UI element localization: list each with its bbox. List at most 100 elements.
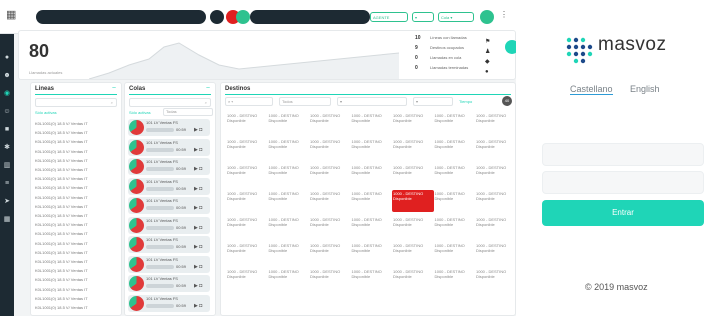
colas-row[interactable]: 101 LV Ventas FS 00:59 ▶ ◘ [128, 177, 210, 195]
queue-actions-icon[interactable]: ▶ ◘ [194, 205, 202, 211]
tiempo-filter[interactable]: Tiempo [459, 99, 472, 104]
lang-english[interactable]: English [630, 84, 660, 94]
destino-cell[interactable]: 1000 - DESTINO Disponible [392, 268, 434, 290]
lineas-row[interactable]: K0L1001(0) 18.5 V/ Ventas IT [35, 121, 88, 128]
destino-cell[interactable]: 1000 - DESTINO Disponible [475, 138, 516, 160]
destino-cell[interactable]: 1000 - DESTINO Disponible [268, 190, 310, 212]
destino-cell[interactable]: 1000 - DESTINO Disponible [268, 268, 310, 290]
colas-active-filter[interactable]: Sólo activas [129, 110, 151, 115]
lineas-row[interactable]: K0L1001(0) 18.5 V/ Ventas IT [35, 277, 88, 284]
destino-cell[interactable]: 1000 - DESTINO Disponible [309, 268, 351, 290]
destino-cell[interactable]: 1000 - DESTINO Disponible [309, 164, 351, 186]
destino-cell[interactable]: 1000 - DESTINO Disponible [309, 138, 351, 160]
queue-actions-icon[interactable]: ▶ ◘ [194, 244, 202, 250]
queue-select[interactable]: Cola ▾ [438, 12, 474, 22]
lineas-row[interactable]: K0L1001(0) 18.5 V/ Ventas IT [35, 195, 88, 202]
destino-cell[interactable]: 1000 - DESTINO Disponible [475, 216, 516, 238]
destino-cell[interactable]: 1000 - DESTINO Disponible [351, 164, 393, 186]
colas-row[interactable]: 101 LV Ventas FS 00:59 ▶ ◘ [128, 158, 210, 175]
queue-actions-icon[interactable]: ▶ ◘ [194, 225, 202, 231]
destino-cell[interactable]: 1000 - DESTINO Disponible [434, 268, 476, 290]
lineas-row[interactable]: K0L1001(0) 18.5 V/ Ventas IT [35, 204, 88, 211]
destino-cell[interactable]: 1000 - DESTINO Disponible [351, 242, 393, 264]
destino-cell[interactable]: 1000 - DESTINO Disponible [351, 268, 393, 290]
destino-cell[interactable]: 1000 - DESTINO Disponible [226, 242, 268, 264]
destino-cell[interactable]: 1000 - DESTINO Disponible [268, 216, 310, 238]
lineas-row[interactable]: K0L1001(0) 18.5 V/ Ventas IT [35, 296, 88, 303]
colas-row[interactable]: 101 LV Ventas FS 00:59 ▶ ◘ [128, 275, 210, 292]
lineas-row[interactable]: K0L1001(0) 18.5 V/ Ventas IT [35, 176, 88, 183]
destinos-select-2[interactable]: ▾ [337, 97, 407, 106]
destino-cell[interactable]: 1000 - DESTINO Disponible [475, 112, 516, 134]
destino-cell[interactable]: 1000 - DESTINO Disponible [268, 164, 310, 186]
destino-cell[interactable]: 1000 - DESTINO Disponible [268, 242, 310, 264]
list-icon[interactable]: ≡ [3, 180, 11, 188]
phone-icon[interactable] [210, 10, 224, 24]
destino-cell[interactable]: 1000 - DESTINO Disponible [268, 138, 310, 160]
lineas-row[interactable]: K0L1001(0) 18.5 V/ Ventas IT [35, 259, 88, 266]
enter-button[interactable]: Entrar [542, 200, 704, 226]
destino-cell[interactable]: 1000 - DESTINO Disponible [434, 216, 476, 238]
lineas-row[interactable]: K0L1001(0) 18.5 V/ Ventas IT [35, 250, 88, 257]
destino-cell[interactable]: 1000 - DESTINO Disponible [475, 268, 516, 290]
destino-cell[interactable]: 1000 - DESTINO Disponible [392, 216, 434, 238]
colas-row[interactable]: 101 LV Ventas FS 00:59 ▶ ◘ [128, 119, 210, 136]
mode-select[interactable]: ▾ [412, 12, 434, 22]
colas-search-input[interactable]: ⌕ [129, 98, 211, 107]
lineas-row[interactable]: K0L1001(0) 18.5 V/ Ventas IT [35, 130, 88, 137]
destino-cell[interactable]: 1000 - DESTINO Disponible [351, 138, 393, 160]
destino-cell[interactable]: 1000 - DESTINO Disponible [392, 190, 434, 212]
status-select[interactable]: AGENTE [370, 12, 408, 22]
collapse-lineas-icon[interactable]: − [112, 85, 116, 92]
lineas-row[interactable]: K0L1001(0) 18.5 V/ Ventas IT [35, 139, 88, 146]
destino-cell[interactable]: 1000 - DESTINO Disponible [226, 216, 268, 238]
users-icon[interactable]: ☺ [3, 108, 11, 116]
username-field[interactable] [542, 143, 704, 166]
lineas-row[interactable]: K0L1001(0) 18.5 V/ Ventas IT [35, 158, 88, 165]
destinos-select-3[interactable]: ▾ [413, 97, 453, 106]
destino-cell[interactable]: 1000 - DESTINO Disponible [351, 190, 393, 212]
destino-cell[interactable]: 1000 - DESTINO Disponible [434, 164, 476, 186]
status-pill[interactable] [36, 10, 206, 24]
destino-cell[interactable]: 1000 - DESTINO Disponible [475, 164, 516, 186]
destino-cell[interactable]: 1000 - DESTINO Disponible [309, 216, 351, 238]
colas-row[interactable]: 101 LV Ventas FS 00:59 ▶ ◘ [128, 236, 210, 253]
destino-cell[interactable]: 1000 - DESTINO Disponible [392, 242, 434, 264]
colas-row[interactable]: 101 LV Ventas FS 00:59 ▶ ◘ [128, 216, 210, 234]
destino-cell[interactable]: 1000 - DESTINO Disponible [309, 112, 351, 134]
queue-actions-icon[interactable]: ▶ ◘ [194, 264, 202, 270]
colas-row[interactable]: 101 LV Ventas FS 00:59 ▶ ◘ [128, 294, 210, 312]
lineas-row[interactable]: K0L1001(0) 18.5 V/ Ventas IT [35, 241, 88, 248]
destino-cell[interactable]: 1000 - DESTINO Disponible [351, 216, 393, 238]
more-icon[interactable]: ⋮ [500, 10, 508, 19]
lineas-row[interactable]: K0L1001(0) 18.5 V/ Ventas IT [35, 231, 88, 238]
colas-row[interactable]: 101 LV Ventas FS 00:59 ▶ ◘ [128, 255, 210, 273]
colas-select[interactable]: Todas [163, 108, 213, 116]
user-avatar[interactable] [480, 10, 494, 24]
controls-pill[interactable] [250, 10, 370, 24]
lineas-row[interactable]: K0L1001(0) 18.5 V/ Ventas IT [35, 185, 88, 192]
agents-icon[interactable]: ☻ [3, 72, 11, 80]
lock-icon[interactable]: ■ [3, 126, 11, 134]
destino-cell[interactable]: 1000 - DESTINO Disponible [434, 190, 476, 212]
destino-cell[interactable]: 1000 - DESTINO Disponible [392, 164, 434, 186]
destino-cell[interactable]: 1000 - DESTINO Disponible [434, 242, 476, 264]
lineas-row[interactable]: K0L1001(0) 18.5 V/ Ventas IT [35, 213, 88, 220]
destino-cell[interactable]: 1000 - DESTINO Disponible [434, 112, 476, 134]
lineas-row[interactable]: K0L1001(0) 18.5 V/ Ventas IT [35, 287, 88, 294]
lineas-row[interactable]: K0L1001(0) 18.5 V/ Ventas IT [35, 167, 88, 174]
destino-cell[interactable]: 1000 - DESTINO Disponible [475, 242, 516, 264]
queue-actions-icon[interactable]: ▶ ◘ [194, 147, 202, 153]
destino-cell[interactable]: 1000 - DESTINO Disponible [268, 112, 310, 134]
lineas-row[interactable]: K0L1001(0) 18.5 V/ Ventas IT [35, 268, 88, 275]
destino-cell[interactable]: 1000 - DESTINO Disponible [351, 112, 393, 134]
destino-cell[interactable]: 1000 - DESTINO Disponible [434, 138, 476, 160]
password-field[interactable] [542, 171, 704, 194]
home-icon[interactable]: ● [3, 54, 11, 62]
destino-cell[interactable]: 1000 - DESTINO Disponible [392, 138, 434, 160]
destino-cell[interactable]: 1000 - DESTINO Disponible [226, 268, 268, 290]
monitor-icon[interactable]: ◉ [3, 90, 11, 98]
destino-cell[interactable]: 1000 - DESTINO Disponible [309, 242, 351, 264]
destino-cell[interactable]: 1000 - DESTINO Disponible [392, 112, 434, 134]
queue-actions-icon[interactable]: ▶ ◘ [194, 166, 202, 172]
